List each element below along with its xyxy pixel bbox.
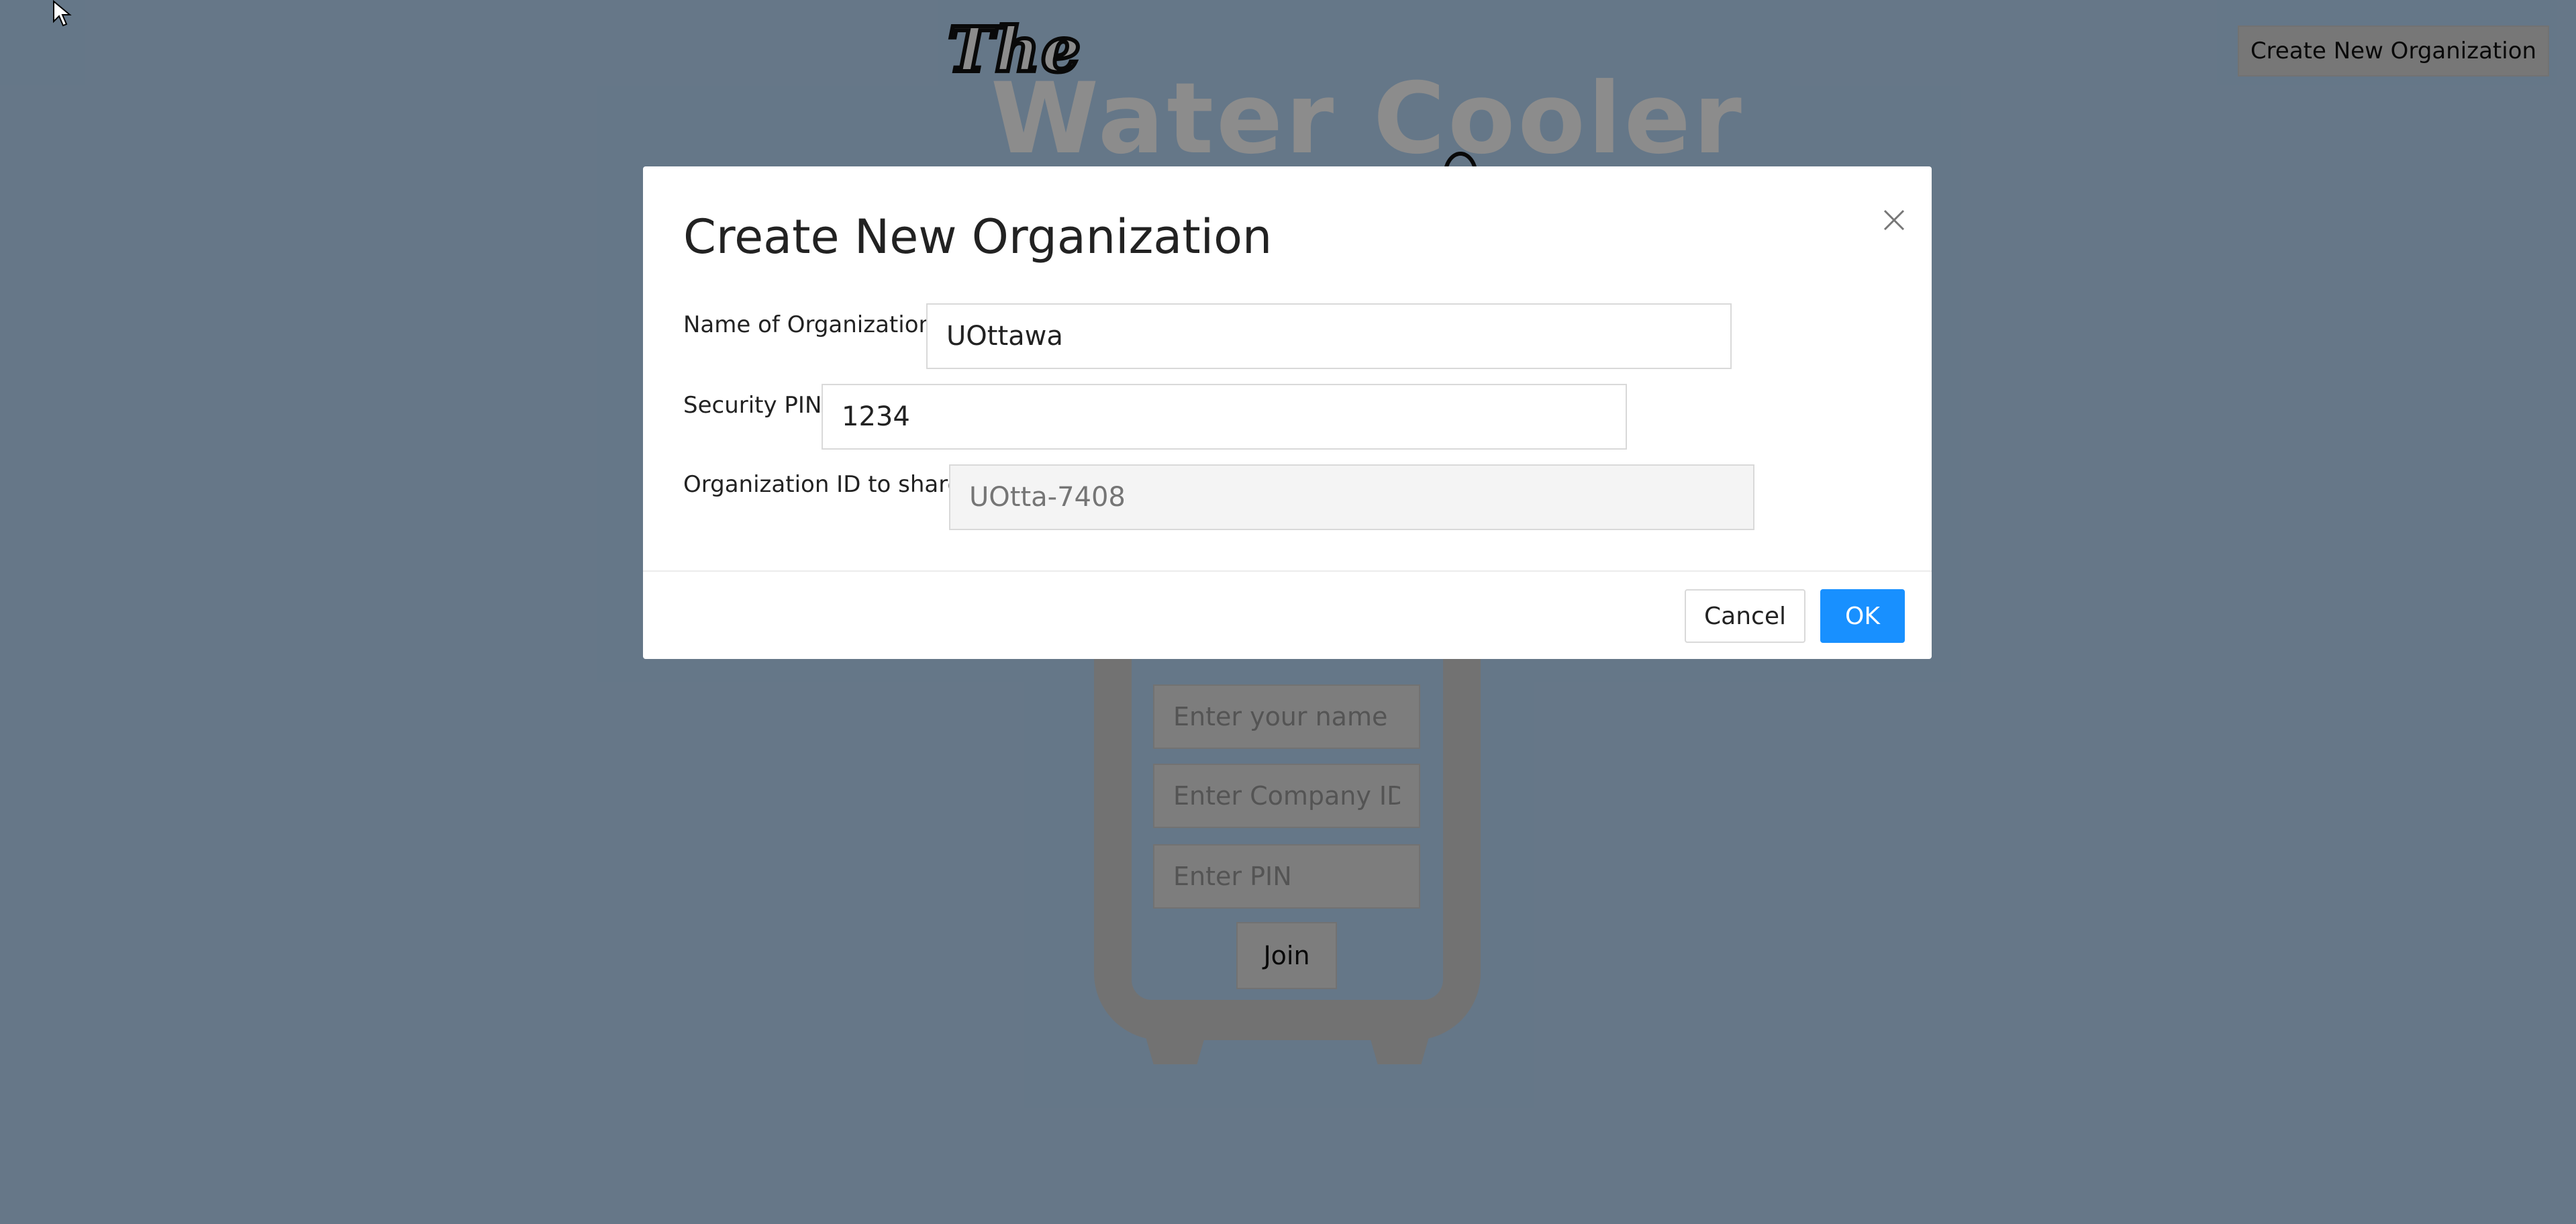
org-name-input[interactable] — [926, 303, 1732, 369]
close-icon[interactable] — [1873, 199, 1913, 239]
modal-title: Create New Organization — [683, 209, 1273, 264]
org-id-label: Organization ID to share — [683, 471, 962, 498]
security-pin-input[interactable] — [822, 384, 1627, 450]
org-id-input — [949, 464, 1754, 530]
org-name-label: Name of Organization — [683, 311, 934, 338]
cancel-button[interactable]: Cancel — [1685, 589, 1805, 643]
ok-button[interactable]: OK — [1820, 589, 1905, 643]
security-pin-label: Security PIN — [683, 392, 822, 419]
create-organization-modal: Create New Organization Name of Organiza… — [643, 166, 1932, 659]
modal-footer-divider — [643, 570, 1932, 572]
cursor-arrow-icon — [53, 0, 72, 27]
